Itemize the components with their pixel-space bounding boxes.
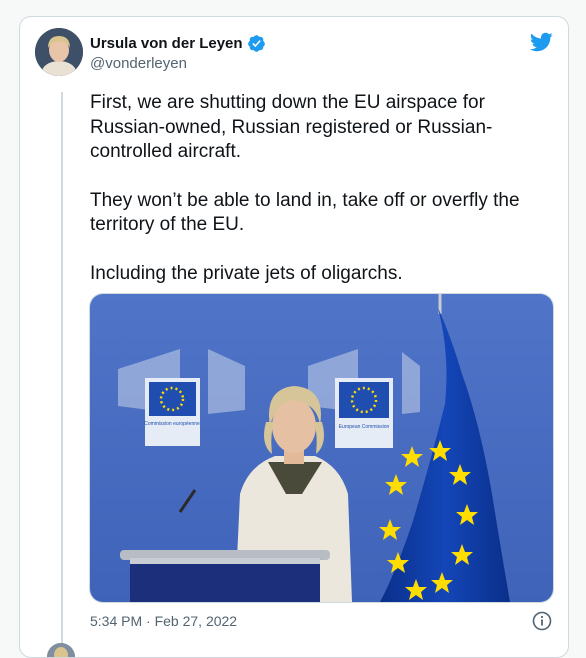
banner-label-fr: Commission européenne bbox=[144, 421, 200, 427]
tweet-photo[interactable]: Commission européenne European Commissio… bbox=[89, 293, 554, 603]
tweet-text: First, we are shutting down the EU airsp… bbox=[90, 91, 555, 310]
tweet-paragraph: First, we are shutting down the EU airsp… bbox=[90, 92, 493, 162]
tweet-card[interactable]: Ursula von der Leyen @vonderleyen First,… bbox=[19, 16, 569, 658]
twitter-bird-icon[interactable] bbox=[529, 31, 553, 53]
tweet-paragraph: Including the private jets of oligarchs. bbox=[90, 262, 403, 284]
reply-author-avatar[interactable] bbox=[47, 643, 75, 657]
author-name[interactable]: Ursula von der Leyen bbox=[90, 35, 243, 52]
tweet-timestamp[interactable]: 5:34 PM · Feb 27, 2022 bbox=[90, 613, 237, 629]
banner-label-en: European Commission bbox=[339, 424, 390, 430]
thread-connector-line bbox=[61, 92, 63, 652]
author-avatar[interactable] bbox=[35, 28, 83, 76]
verified-badge-icon bbox=[247, 34, 266, 53]
info-circle-icon[interactable] bbox=[532, 611, 552, 631]
author-handle[interactable]: @vonderleyen bbox=[90, 55, 187, 72]
tweet-paragraph: They won’t be able to land in, take off … bbox=[90, 189, 520, 236]
